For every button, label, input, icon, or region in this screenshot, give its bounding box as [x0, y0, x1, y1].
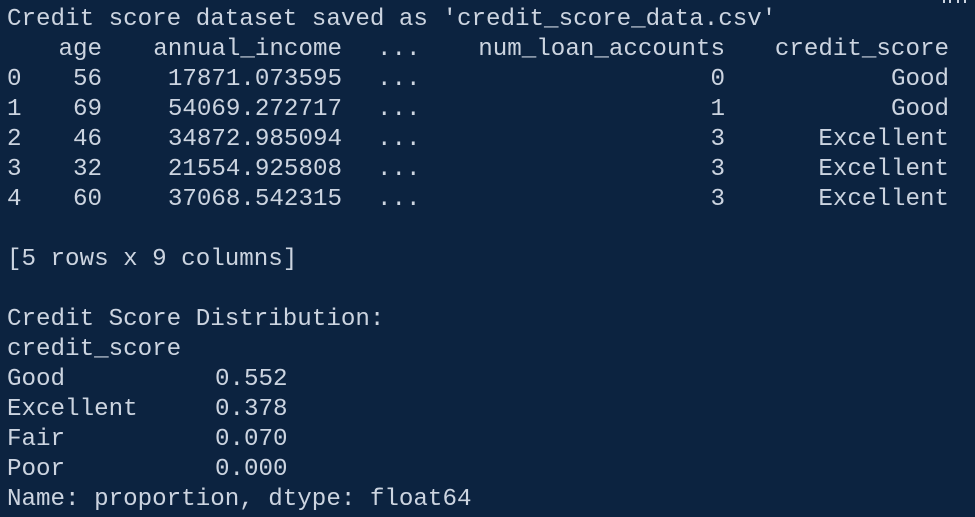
cell-credit-score: Excellent — [818, 156, 949, 183]
distribution-label: Poor — [7, 456, 66, 483]
cell-credit-score: Good — [890, 66, 949, 93]
header-annual-income: annual_income — [153, 36, 342, 63]
dataframe-shape: [5 rows x 9 columns] — [7, 246, 298, 273]
cell-ellipsis: ... — [377, 156, 421, 183]
cell-num-loan-accounts: 1 — [710, 96, 725, 123]
cell-num-loan-accounts: 3 — [710, 126, 725, 153]
cell-age: 56 — [72, 66, 102, 93]
cell-num-loan-accounts: 3 — [710, 156, 725, 183]
header-num-loan-accounts: num_loan_accounts — [478, 36, 725, 63]
distribution-value: 0.070 — [215, 426, 288, 453]
table-row: 1 69 54069.272717 ... 1 Good — [7, 95, 967, 125]
table-row: 0 56 17871.073595 ... 0 Good — [7, 65, 967, 95]
cell-num-loan-accounts: 0 — [710, 66, 725, 93]
distribution-value: 0.000 — [215, 456, 288, 483]
cell-age: 32 — [72, 156, 102, 183]
distribution-label: Good — [7, 366, 66, 393]
cell-num-loan-accounts: 3 — [710, 186, 725, 213]
saved-message: Credit score dataset saved as 'credit_sc… — [7, 6, 777, 33]
header-ellipsis: ... — [377, 36, 421, 63]
terminal-output[interactable]: Credit score dataset saved as 'credit_sc… — [0, 0, 975, 517]
dataframe-header: age annual_income ... num_loan_accounts … — [7, 35, 967, 65]
cell-annual-income: 21554.925808 — [167, 156, 342, 183]
table-row: 4 60 37068.542315 ... 3 Excellent — [7, 185, 967, 215]
distribution-row: Good 0.552 — [7, 365, 407, 395]
cell-ellipsis: ... — [377, 126, 421, 153]
truncated-previous-output — [935, 0, 975, 3]
cell-credit-score: Good — [890, 96, 949, 123]
distribution-value: 0.378 — [215, 396, 288, 423]
cell-annual-income: 34872.985094 — [167, 126, 342, 153]
cell-credit-score: Excellent — [818, 126, 949, 153]
cell-credit-score: Excellent — [818, 186, 949, 213]
cell-age: 46 — [72, 126, 102, 153]
table-row: 3 32 21554.925808 ... 3 Excellent — [7, 155, 967, 185]
distribution-label: Fair — [7, 426, 66, 453]
cell-annual-income: 17871.073595 — [167, 66, 342, 93]
cell-ellipsis: ... — [377, 96, 421, 123]
cell-annual-income: 54069.272717 — [167, 96, 342, 123]
distribution-title: Credit Score Distribution: — [7, 306, 385, 333]
distribution-index-name: credit_score — [7, 336, 182, 363]
cell-ellipsis: ... — [377, 186, 421, 213]
distribution-label: Excellent — [7, 396, 138, 423]
table-row: 2 46 34872.985094 ... 3 Excellent — [7, 125, 967, 155]
header-credit-score: credit_score — [774, 36, 949, 63]
distribution-row: Fair 0.070 — [7, 425, 407, 455]
cell-age: 69 — [72, 96, 102, 123]
cell-ellipsis: ... — [377, 66, 421, 93]
distribution-row: Excellent 0.378 — [7, 395, 407, 425]
series-footer: Name: proportion, dtype: float64 — [7, 486, 472, 513]
header-age: age — [58, 36, 102, 63]
distribution-value: 0.552 — [215, 366, 288, 393]
cell-annual-income: 37068.542315 — [167, 186, 342, 213]
distribution-row: Poor 0.000 — [7, 455, 407, 485]
cell-age: 60 — [72, 186, 102, 213]
